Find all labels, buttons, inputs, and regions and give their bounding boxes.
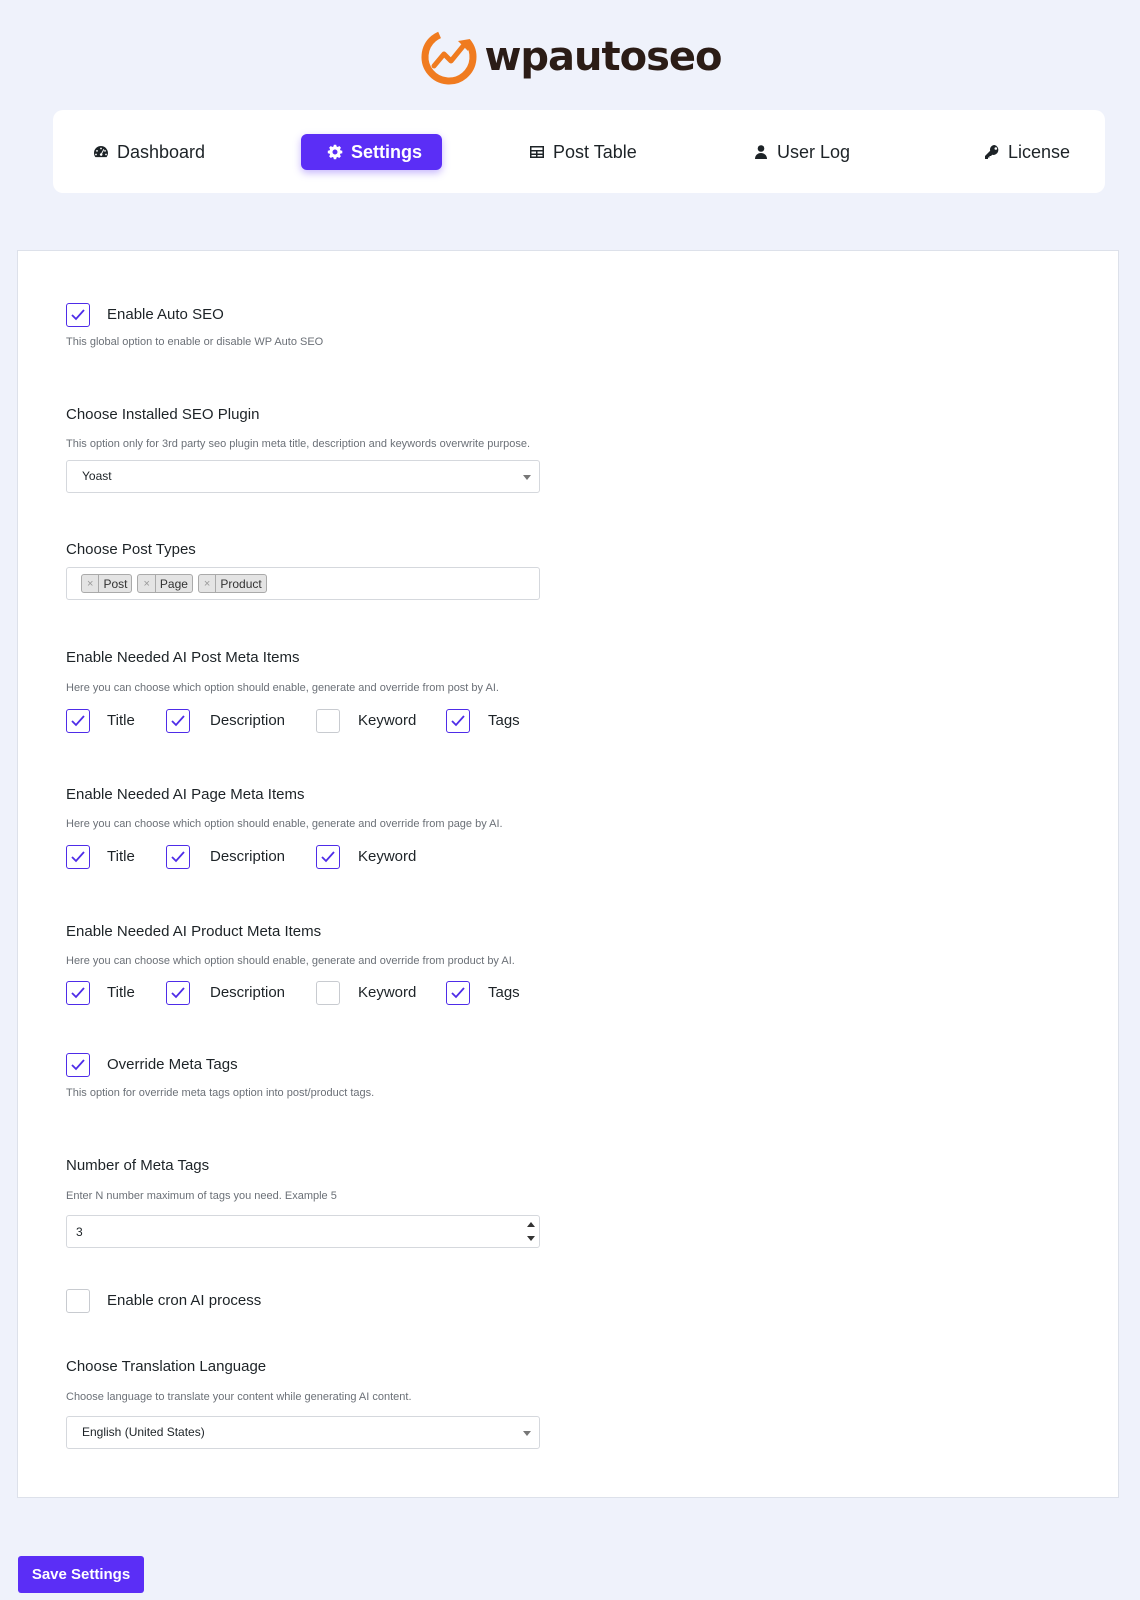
post-meta-keyword-checkbox[interactable] <box>316 709 340 733</box>
post-meta-keyword-label: Keyword <box>358 712 417 729</box>
override-meta-tags-desc: This option for override meta tags optio… <box>66 1087 375 1099</box>
check-icon <box>71 1059 85 1071</box>
post-type-tag[interactable]: × Post <box>81 574 133 593</box>
settings-panel: Enable Auto SEO This global option to en… <box>17 250 1119 1498</box>
nav-label: Dashboard <box>117 141 206 162</box>
seo-plugin-value: Yoast <box>82 469 112 483</box>
table-icon <box>530 146 544 158</box>
num-meta-tags-value: 3 <box>76 1225 83 1239</box>
enable-cron-label: Enable cron AI process <box>107 1292 262 1309</box>
product-meta-tags-label: Tags <box>488 984 520 1001</box>
num-meta-tags-heading: Number of Meta Tags <box>66 1157 210 1174</box>
page-meta-description-checkbox[interactable] <box>166 845 190 869</box>
nav-item-dashboard[interactable]: Dashboard <box>93 134 205 170</box>
translation-language-value: English (United States) <box>82 1425 205 1439</box>
chevron-down-icon <box>523 475 531 480</box>
check-icon <box>71 309 85 321</box>
post-meta-title-checkbox[interactable] <box>66 709 90 733</box>
check-icon <box>321 851 335 863</box>
page-meta-keyword-label: Keyword <box>358 848 417 865</box>
key-icon <box>985 145 999 159</box>
translation-desc: Choose language to translate your conten… <box>66 1391 412 1403</box>
post-meta-title-label: Title <box>107 712 135 729</box>
post-type-tag[interactable]: × Page <box>137 574 193 593</box>
page-meta-title-label: Title <box>107 848 135 865</box>
check-icon <box>171 715 185 727</box>
remove-tag-icon[interactable]: × <box>199 575 217 592</box>
check-icon <box>71 987 85 999</box>
check-icon <box>171 851 185 863</box>
nav-item-post-table[interactable]: Post Table <box>529 134 637 170</box>
post-meta-tags-label: Tags <box>488 712 520 729</box>
page-meta-heading: Enable Needed AI Page Meta Items <box>66 786 305 803</box>
post-meta-description-checkbox[interactable] <box>166 709 190 733</box>
check-icon <box>71 851 85 863</box>
enable-auto-seo-label: Enable Auto SEO <box>107 306 224 323</box>
product-meta-keyword-checkbox[interactable] <box>316 981 340 1005</box>
main-nav: Dashboard Settings Post Table User Log L… <box>53 110 1105 193</box>
post-meta-description-label: Description <box>210 712 286 729</box>
nav-label: License <box>1008 141 1071 162</box>
enable-auto-seo-checkbox[interactable] <box>66 303 90 327</box>
seo-plugin-desc: This option only for 3rd party seo plugi… <box>66 438 531 450</box>
spinner-up-icon[interactable] <box>527 1222 535 1227</box>
post-type-tag[interactable]: × Product <box>197 574 267 593</box>
post-types-heading: Choose Post Types <box>66 541 196 558</box>
remove-tag-icon[interactable]: × <box>82 575 100 592</box>
user-icon <box>755 145 767 159</box>
seo-plugin-heading: Choose Installed SEO Plugin <box>66 406 260 423</box>
num-meta-tags-input[interactable]: 3 <box>66 1215 540 1248</box>
post-meta-heading: Enable Needed AI Post Meta Items <box>66 649 300 666</box>
num-meta-tags-desc: Enter N number maximum of tags you need.… <box>66 1190 337 1202</box>
tachometer-icon <box>94 146 108 158</box>
gear-icon <box>327 144 343 160</box>
check-icon <box>71 715 85 727</box>
save-settings-button[interactable]: Save Settings <box>18 1556 144 1593</box>
check-icon <box>171 987 185 999</box>
enable-auto-seo-desc: This global option to enable or disable … <box>66 336 324 348</box>
page-meta-desc: Here you can choose which option should … <box>66 818 503 830</box>
post-meta-tags-checkbox[interactable] <box>446 709 470 733</box>
nav-label: User Log <box>777 141 851 162</box>
brand-logo: wpautoseo <box>0 26 1140 88</box>
spinner-down-icon[interactable] <box>527 1236 535 1241</box>
product-meta-description-label: Description <box>210 984 286 1001</box>
nav-label: Settings <box>351 141 423 162</box>
page-meta-description-label: Description <box>210 848 286 865</box>
nav-item-user-log[interactable]: User Log <box>753 134 850 170</box>
nav-label: Post Table <box>553 141 637 162</box>
product-meta-description-checkbox[interactable] <box>166 981 190 1005</box>
seo-plugin-select[interactable]: Yoast <box>66 460 540 493</box>
enable-cron-checkbox[interactable] <box>66 1289 90 1313</box>
override-meta-tags-label: Override Meta Tags <box>107 1056 238 1073</box>
product-meta-heading: Enable Needed AI Product Meta Items <box>66 923 322 940</box>
chevron-down-icon <box>523 1431 531 1436</box>
product-meta-desc: Here you can choose which option should … <box>66 955 515 967</box>
product-meta-title-label: Title <box>107 984 135 1001</box>
brand-name: wpautoseo <box>484 34 722 80</box>
check-icon <box>451 715 465 727</box>
page-meta-title-checkbox[interactable] <box>66 845 90 869</box>
post-meta-desc: Here you can choose which option should … <box>66 682 499 694</box>
nav-item-license[interactable]: License <box>984 134 1070 170</box>
post-types-multiselect[interactable]: × Post × Page × Product <box>66 567 540 600</box>
check-icon <box>451 987 465 999</box>
translation-language-select[interactable]: English (United States) <box>66 1416 540 1449</box>
product-meta-keyword-label: Keyword <box>358 984 417 1001</box>
page-meta-keyword-checkbox[interactable] <box>316 845 340 869</box>
number-spinner[interactable] <box>525 1219 537 1245</box>
override-meta-tags-checkbox[interactable] <box>66 1053 90 1077</box>
product-meta-title-checkbox[interactable] <box>66 981 90 1005</box>
remove-tag-icon[interactable]: × <box>138 575 156 592</box>
product-meta-tags-checkbox[interactable] <box>446 981 470 1005</box>
nav-item-settings[interactable]: Settings <box>301 134 443 170</box>
translation-heading: Choose Translation Language <box>66 1358 267 1375</box>
logo-chart-icon <box>421 29 477 85</box>
